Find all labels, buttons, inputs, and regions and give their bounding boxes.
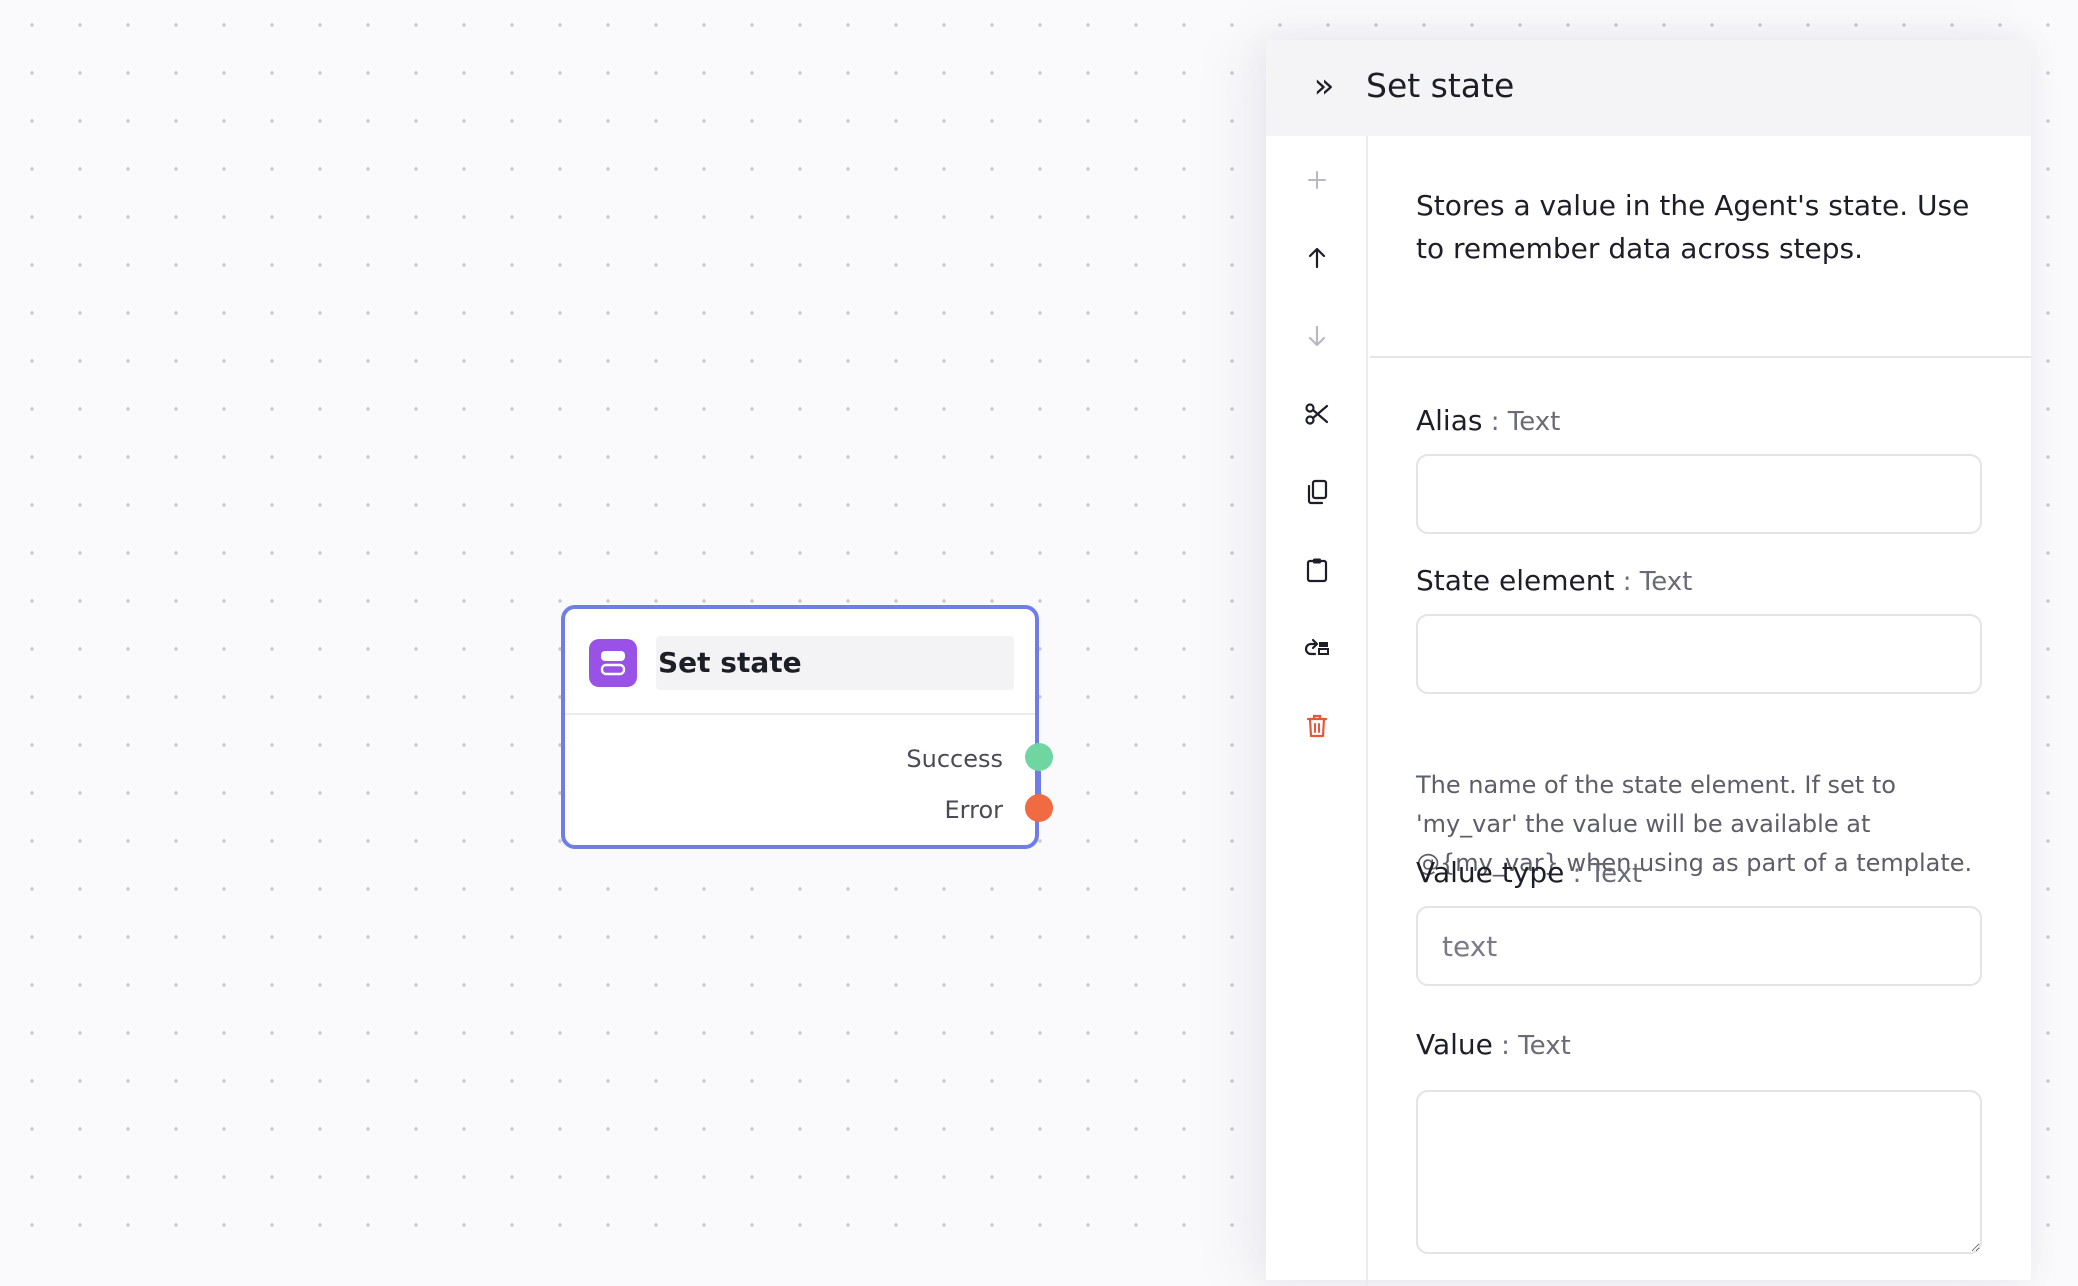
replace-icon[interactable] [1299,630,1335,666]
alias-input[interactable] [1416,454,1982,534]
delete-icon[interactable] [1299,708,1335,744]
value-type-input[interactable] [1416,906,1982,986]
output-label-error: Error [944,796,1004,824]
cut-icon[interactable] [1299,396,1335,432]
alias-label-sep: : [1482,407,1508,437]
divider [1370,356,2031,358]
state-element-label: State element : Text [1416,564,1692,597]
workflow-canvas[interactable]: Set state Success Error » Set state Stor… [0,0,2078,1286]
panel-title: Set state [1366,66,1515,105]
value-type-label: Value type : Text [1416,856,1642,889]
add-icon[interactable] [1299,162,1335,198]
alias-label-text: Alias [1416,404,1483,437]
arrow-up-icon[interactable] [1299,240,1335,276]
paste-icon[interactable] [1299,552,1335,588]
value-type-label-sep: : [1564,859,1590,889]
output-label-success: Success [906,745,1003,773]
settings-panel: » Set state Stores a value in the Agent'… [1266,40,2031,1286]
value-type-label-text: Value type [1416,856,1565,889]
error-port[interactable] [1025,794,1053,822]
copy-icon[interactable] [1299,474,1335,510]
state-element-type: Text [1639,567,1693,597]
arrow-down-icon[interactable] [1299,318,1335,354]
value-textarea[interactable] [1416,1090,1982,1254]
block-toolbar [1266,136,1368,1286]
state-element-input[interactable] [1416,614,1982,694]
value-label: Value : Text [1416,1028,1571,1061]
database-icon [589,639,637,687]
value-type: Text [1518,1031,1571,1061]
value-label-sep: : [1492,1031,1519,1061]
panel-content: Stores a value in the Agent's state. Use… [1370,136,2031,1280]
state-element-label-text: State element [1416,564,1615,597]
state-element-label-sep: : [1614,567,1640,597]
set-state-node[interactable]: Set state Success Error [561,605,1053,849]
port-connector [1037,771,1041,794]
value-label-text: Value [1416,1028,1493,1061]
node-title[interactable]: Set state [656,636,1014,690]
success-port[interactable] [1025,743,1053,771]
value-type-type: Text [1589,859,1643,889]
block-description: Stores a value in the Agent's state. Use… [1416,189,1970,265]
node-header: Set state [565,609,1035,715]
alias-label: Alias : Text [1416,404,1560,437]
panel-header: » Set state [1266,40,2031,136]
collapse-panel-button[interactable]: » [1306,69,1342,106]
alias-type: Text [1507,407,1561,437]
